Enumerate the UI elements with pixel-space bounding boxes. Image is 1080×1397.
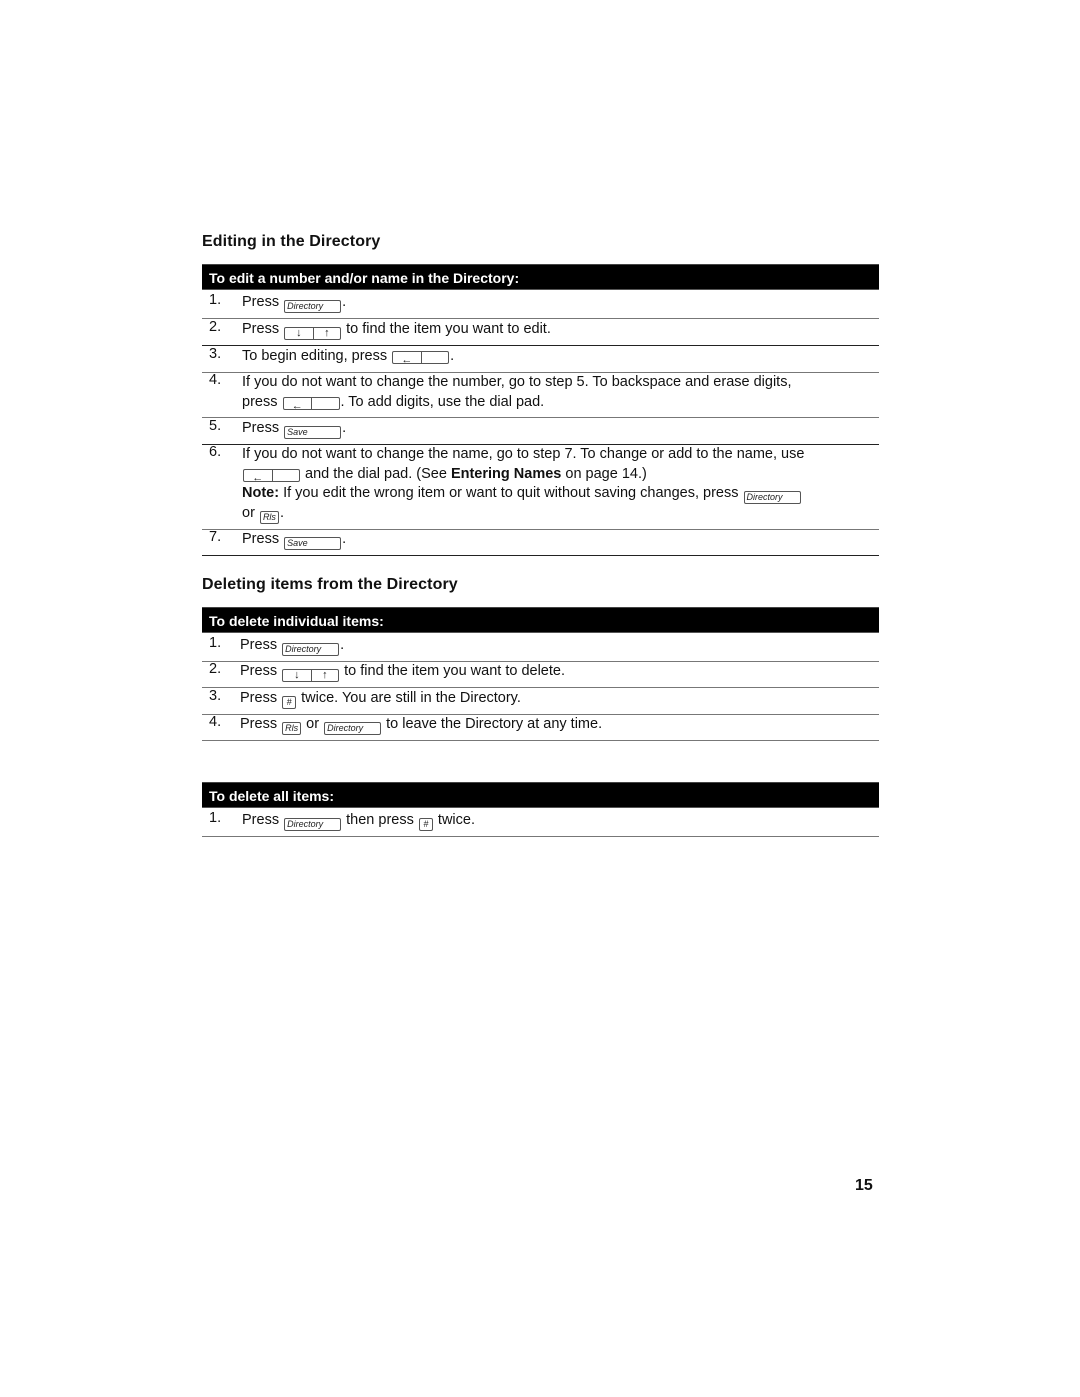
step-text: Press xyxy=(242,321,280,337)
blank-key-half xyxy=(311,397,339,409)
blank-key-half xyxy=(420,352,449,363)
step-text: . xyxy=(342,420,347,436)
step-text: on page 14.) xyxy=(565,465,647,482)
step-row: 1. Press Directory. xyxy=(202,291,879,319)
step-text: Press xyxy=(242,812,280,828)
procedure-header-edit: To edit a number and/or name in the Dire… xyxy=(202,264,879,290)
step-text: Press xyxy=(240,690,278,706)
save-key-icon: Save xyxy=(284,537,342,550)
procedure-header-delete-all: To delete all items: xyxy=(202,782,879,808)
note-text: or xyxy=(242,505,255,521)
pound-key-icon: # xyxy=(282,696,297,709)
navigation-keys-icon: ↓ ↑ xyxy=(282,669,340,682)
navigation-keys-icon: ↓ ↑ xyxy=(284,327,342,340)
step-number: 5. xyxy=(209,418,222,434)
step-row: 1. Press Directory. xyxy=(202,634,879,662)
section-heading-deleting: Deleting items from the Directory xyxy=(202,576,458,593)
step-number: 1. xyxy=(209,635,222,651)
step-text: to find the item you want to delete. xyxy=(344,663,565,679)
step-text: Press xyxy=(242,420,280,436)
step-text: or xyxy=(306,716,320,732)
step-row: 6. If you do not want to change the name… xyxy=(202,443,879,530)
step-row: 3. Press # twice. You are still in the D… xyxy=(202,687,879,715)
step-number: 2. xyxy=(209,661,222,677)
step-number: 4. xyxy=(209,372,222,388)
down-arrow-icon: ↓ xyxy=(296,327,302,339)
step-text: To begin editing, press xyxy=(242,348,388,364)
step-text: . xyxy=(342,294,347,310)
directory-key-icon: Directory xyxy=(284,818,342,831)
step-text: Press xyxy=(242,531,280,547)
step-number: 3. xyxy=(209,346,222,362)
step-text: and the dial pad. (See xyxy=(305,465,447,482)
directory-key-icon: Directory xyxy=(324,722,382,735)
step-text: If you do not want to change the number,… xyxy=(242,374,792,390)
left-arrow-icon: ← xyxy=(401,354,413,366)
step-text: Press xyxy=(240,716,278,732)
blank-key-half xyxy=(271,469,300,481)
up-arrow-icon: ↑ xyxy=(310,670,339,681)
step-text: Press xyxy=(242,294,280,310)
step-row: 7. Press Save. xyxy=(202,528,879,556)
step-row: 4. If you do not want to change the numb… xyxy=(202,371,879,418)
step-text: . xyxy=(342,531,347,547)
step-row: 3. To begin editing, press ←. xyxy=(202,345,879,373)
note-text: . xyxy=(279,505,284,521)
step-number: 4. xyxy=(209,714,222,730)
down-arrow-icon: ↓ xyxy=(294,669,300,681)
note: Note: If you edit the wrong item or want… xyxy=(242,484,879,504)
left-arrow-icon: ← xyxy=(252,471,264,484)
step-number: 2. xyxy=(209,319,222,335)
procedure-header-delete-individual: To delete individual items: xyxy=(202,607,879,633)
directory-key-icon: Directory xyxy=(282,643,340,656)
step-row: 1. Press Directory then press # twice. xyxy=(202,809,879,837)
left-arrow-icon: ← xyxy=(291,399,303,412)
cross-reference: Entering Names xyxy=(450,465,562,482)
section-heading-editing: Editing in the Directory xyxy=(202,233,381,250)
step-row: 2. Press ↓ ↑ to find the item you want to… xyxy=(202,660,879,688)
backspace-key-icon: ← xyxy=(282,396,340,412)
step-text: . xyxy=(450,348,455,364)
release-key-icon: Rls xyxy=(259,511,279,524)
step-row: 5. Press Save. xyxy=(202,417,879,445)
step-text: Press xyxy=(240,637,278,653)
step-text: . xyxy=(340,637,345,653)
step-text: twice. xyxy=(437,812,475,828)
step-text: Press xyxy=(240,663,278,679)
note-label: Note: xyxy=(242,485,280,501)
backspace-key-icon: ← xyxy=(243,468,300,484)
directory-key-icon: Directory xyxy=(743,491,801,504)
up-arrow-icon: ↑ xyxy=(312,328,341,339)
directory-key-icon: Directory xyxy=(284,300,342,313)
step-text: . To add digits, use the dial pad. xyxy=(340,393,545,410)
step-text: to leave the Directory at any time. xyxy=(386,716,603,732)
step-number: 7. xyxy=(209,529,222,545)
release-key-icon: Rls xyxy=(282,722,302,735)
step-number: 1. xyxy=(209,810,222,826)
note-text: If you edit the wrong item or want to qu… xyxy=(283,485,739,501)
step-text: If you do not want to change the name, g… xyxy=(242,446,805,462)
pound-key-icon: # xyxy=(418,818,433,831)
step-number: 6. xyxy=(209,444,222,460)
step-row: 2. Press ↓ ↑ to find the item you want to… xyxy=(202,318,879,346)
step-row: 4. Press Rls or Directory to leave the D… xyxy=(202,713,879,741)
backspace-key-icon: ← xyxy=(392,351,450,366)
page-number: 15 xyxy=(855,1177,873,1194)
step-number: 3. xyxy=(209,688,222,704)
save-key-icon: Save xyxy=(284,426,342,439)
step-text: to find the item you want to edit. xyxy=(346,321,551,337)
step-text: press xyxy=(242,393,278,410)
step-text: twice. You are still in the Directory. xyxy=(301,690,521,706)
step-text: then press xyxy=(346,812,414,828)
step-number: 1. xyxy=(209,292,222,308)
